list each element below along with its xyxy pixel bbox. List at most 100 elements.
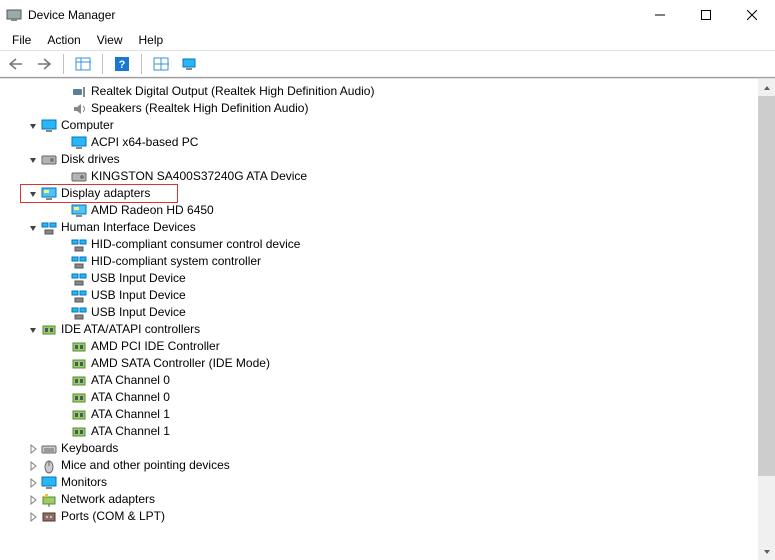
tree-node[interactable]: Monitors bbox=[6, 474, 758, 491]
tree-node-label: ATA Channel 1 bbox=[91, 406, 170, 423]
expand-toggle bbox=[56, 204, 70, 218]
hid-icon bbox=[71, 288, 87, 304]
monitor-icon bbox=[71, 135, 87, 151]
tree-node-label: USB Input Device bbox=[91, 287, 186, 304]
help-button[interactable]: ? bbox=[110, 53, 134, 75]
titlebar: Device Manager bbox=[0, 0, 775, 30]
tree-node[interactable]: USB Input Device bbox=[6, 304, 758, 321]
tree-node-label: ATA Channel 0 bbox=[91, 389, 170, 406]
devices-button[interactable] bbox=[177, 53, 201, 75]
expand-toggle bbox=[56, 306, 70, 320]
display-icon bbox=[41, 186, 57, 202]
disk-icon bbox=[41, 152, 57, 168]
tree-node[interactable]: Network adapters bbox=[6, 491, 758, 508]
scroll-track[interactable] bbox=[758, 96, 775, 543]
scan-button[interactable] bbox=[149, 53, 173, 75]
toolbar-separator bbox=[141, 54, 142, 74]
expand-toggle bbox=[56, 272, 70, 286]
toolbar-separator bbox=[102, 54, 103, 74]
tree-node[interactable]: AMD PCI IDE Controller bbox=[6, 338, 758, 355]
device-tree[interactable]: Realtek Digital Output (Realtek High Def… bbox=[0, 79, 758, 560]
port-icon bbox=[41, 509, 57, 525]
menubar: File Action View Help bbox=[0, 30, 775, 50]
vertical-scrollbar[interactable] bbox=[758, 79, 775, 560]
expand-toggle[interactable] bbox=[26, 119, 40, 133]
expand-toggle bbox=[56, 340, 70, 354]
tree-node-label: AMD Radeon HD 6450 bbox=[91, 202, 214, 219]
window-controls bbox=[637, 0, 775, 30]
close-button[interactable] bbox=[729, 0, 775, 30]
tree-node[interactable]: Computer bbox=[6, 117, 758, 134]
expand-toggle[interactable] bbox=[26, 493, 40, 507]
tree-node[interactable]: Display adapters bbox=[6, 185, 758, 202]
tree-node[interactable]: USB Input Device bbox=[6, 287, 758, 304]
tree-node[interactable]: Mice and other pointing devices bbox=[6, 457, 758, 474]
tree-node-label: Monitors bbox=[61, 474, 107, 491]
tree-node[interactable]: KINGSTON SA400S37240G ATA Device bbox=[6, 168, 758, 185]
expand-toggle bbox=[56, 85, 70, 99]
maximize-button[interactable] bbox=[683, 0, 729, 30]
tree-node[interactable]: ACPI x64-based PC bbox=[6, 134, 758, 151]
expand-toggle[interactable] bbox=[26, 187, 40, 201]
hid-icon bbox=[71, 271, 87, 287]
scroll-down-button[interactable] bbox=[758, 543, 775, 560]
tree-node[interactable]: Realtek Digital Output (Realtek High Def… bbox=[6, 83, 758, 100]
tree-node-label: Realtek Digital Output (Realtek High Def… bbox=[91, 83, 374, 100]
toolbar-separator bbox=[63, 54, 64, 74]
hid-icon bbox=[41, 220, 57, 236]
scroll-thumb[interactable] bbox=[758, 96, 775, 476]
tree-node-label: Human Interface Devices bbox=[61, 219, 196, 236]
keyboard-icon bbox=[41, 441, 57, 457]
tree-node[interactable]: Keyboards bbox=[6, 440, 758, 457]
expand-toggle[interactable] bbox=[26, 459, 40, 473]
tree-node[interactable]: ATA Channel 1 bbox=[6, 423, 758, 440]
expand-toggle[interactable] bbox=[26, 323, 40, 337]
expand-toggle bbox=[56, 255, 70, 269]
hid-icon bbox=[71, 237, 87, 253]
tree-node[interactable]: IDE ATA/ATAPI controllers bbox=[6, 321, 758, 338]
tree-node[interactable]: ATA Channel 1 bbox=[6, 406, 758, 423]
tree-node[interactable]: AMD Radeon HD 6450 bbox=[6, 202, 758, 219]
window-title: Device Manager bbox=[28, 8, 115, 22]
menu-help[interactable]: Help bbox=[131, 31, 172, 49]
forward-button[interactable] bbox=[32, 53, 56, 75]
speaker-icon bbox=[71, 101, 87, 117]
expand-toggle[interactable] bbox=[26, 442, 40, 456]
tree-node-label: Disk drives bbox=[61, 151, 120, 168]
tree-node[interactable]: AMD SATA Controller (IDE Mode) bbox=[6, 355, 758, 372]
minimize-button[interactable] bbox=[637, 0, 683, 30]
expand-toggle bbox=[56, 289, 70, 303]
expand-toggle[interactable] bbox=[26, 221, 40, 235]
tree-node[interactable]: Speakers (Realtek High Definition Audio) bbox=[6, 100, 758, 117]
expand-toggle[interactable] bbox=[26, 476, 40, 490]
expand-toggle[interactable] bbox=[26, 153, 40, 167]
tree-node[interactable]: Human Interface Devices bbox=[6, 219, 758, 236]
content-area: Realtek Digital Output (Realtek High Def… bbox=[0, 78, 775, 560]
disk-icon bbox=[71, 169, 87, 185]
tree-node[interactable]: ATA Channel 0 bbox=[6, 389, 758, 406]
tree-node[interactable]: HID-compliant consumer control device bbox=[6, 236, 758, 253]
expand-toggle bbox=[56, 391, 70, 405]
expand-toggle bbox=[56, 102, 70, 116]
back-button[interactable] bbox=[4, 53, 28, 75]
expand-toggle bbox=[56, 425, 70, 439]
expand-toggle[interactable] bbox=[26, 510, 40, 524]
show-hide-tree-button[interactable] bbox=[71, 53, 95, 75]
ide-icon bbox=[71, 407, 87, 423]
tree-node-label: ATA Channel 1 bbox=[91, 423, 170, 440]
network-icon bbox=[41, 492, 57, 508]
menu-view[interactable]: View bbox=[89, 31, 131, 49]
menu-action[interactable]: Action bbox=[39, 31, 88, 49]
tree-node[interactable]: HID-compliant system controller bbox=[6, 253, 758, 270]
tree-node[interactable]: ATA Channel 0 bbox=[6, 372, 758, 389]
tree-node[interactable]: USB Input Device bbox=[6, 270, 758, 287]
ide-icon bbox=[71, 390, 87, 406]
hid-icon bbox=[71, 305, 87, 321]
app-icon bbox=[6, 7, 22, 23]
tree-node[interactable]: Disk drives bbox=[6, 151, 758, 168]
scroll-up-button[interactable] bbox=[758, 79, 775, 96]
menu-file[interactable]: File bbox=[4, 31, 39, 49]
ide-icon bbox=[71, 373, 87, 389]
expand-toggle bbox=[56, 408, 70, 422]
tree-node[interactable]: Ports (COM & LPT) bbox=[6, 508, 758, 525]
